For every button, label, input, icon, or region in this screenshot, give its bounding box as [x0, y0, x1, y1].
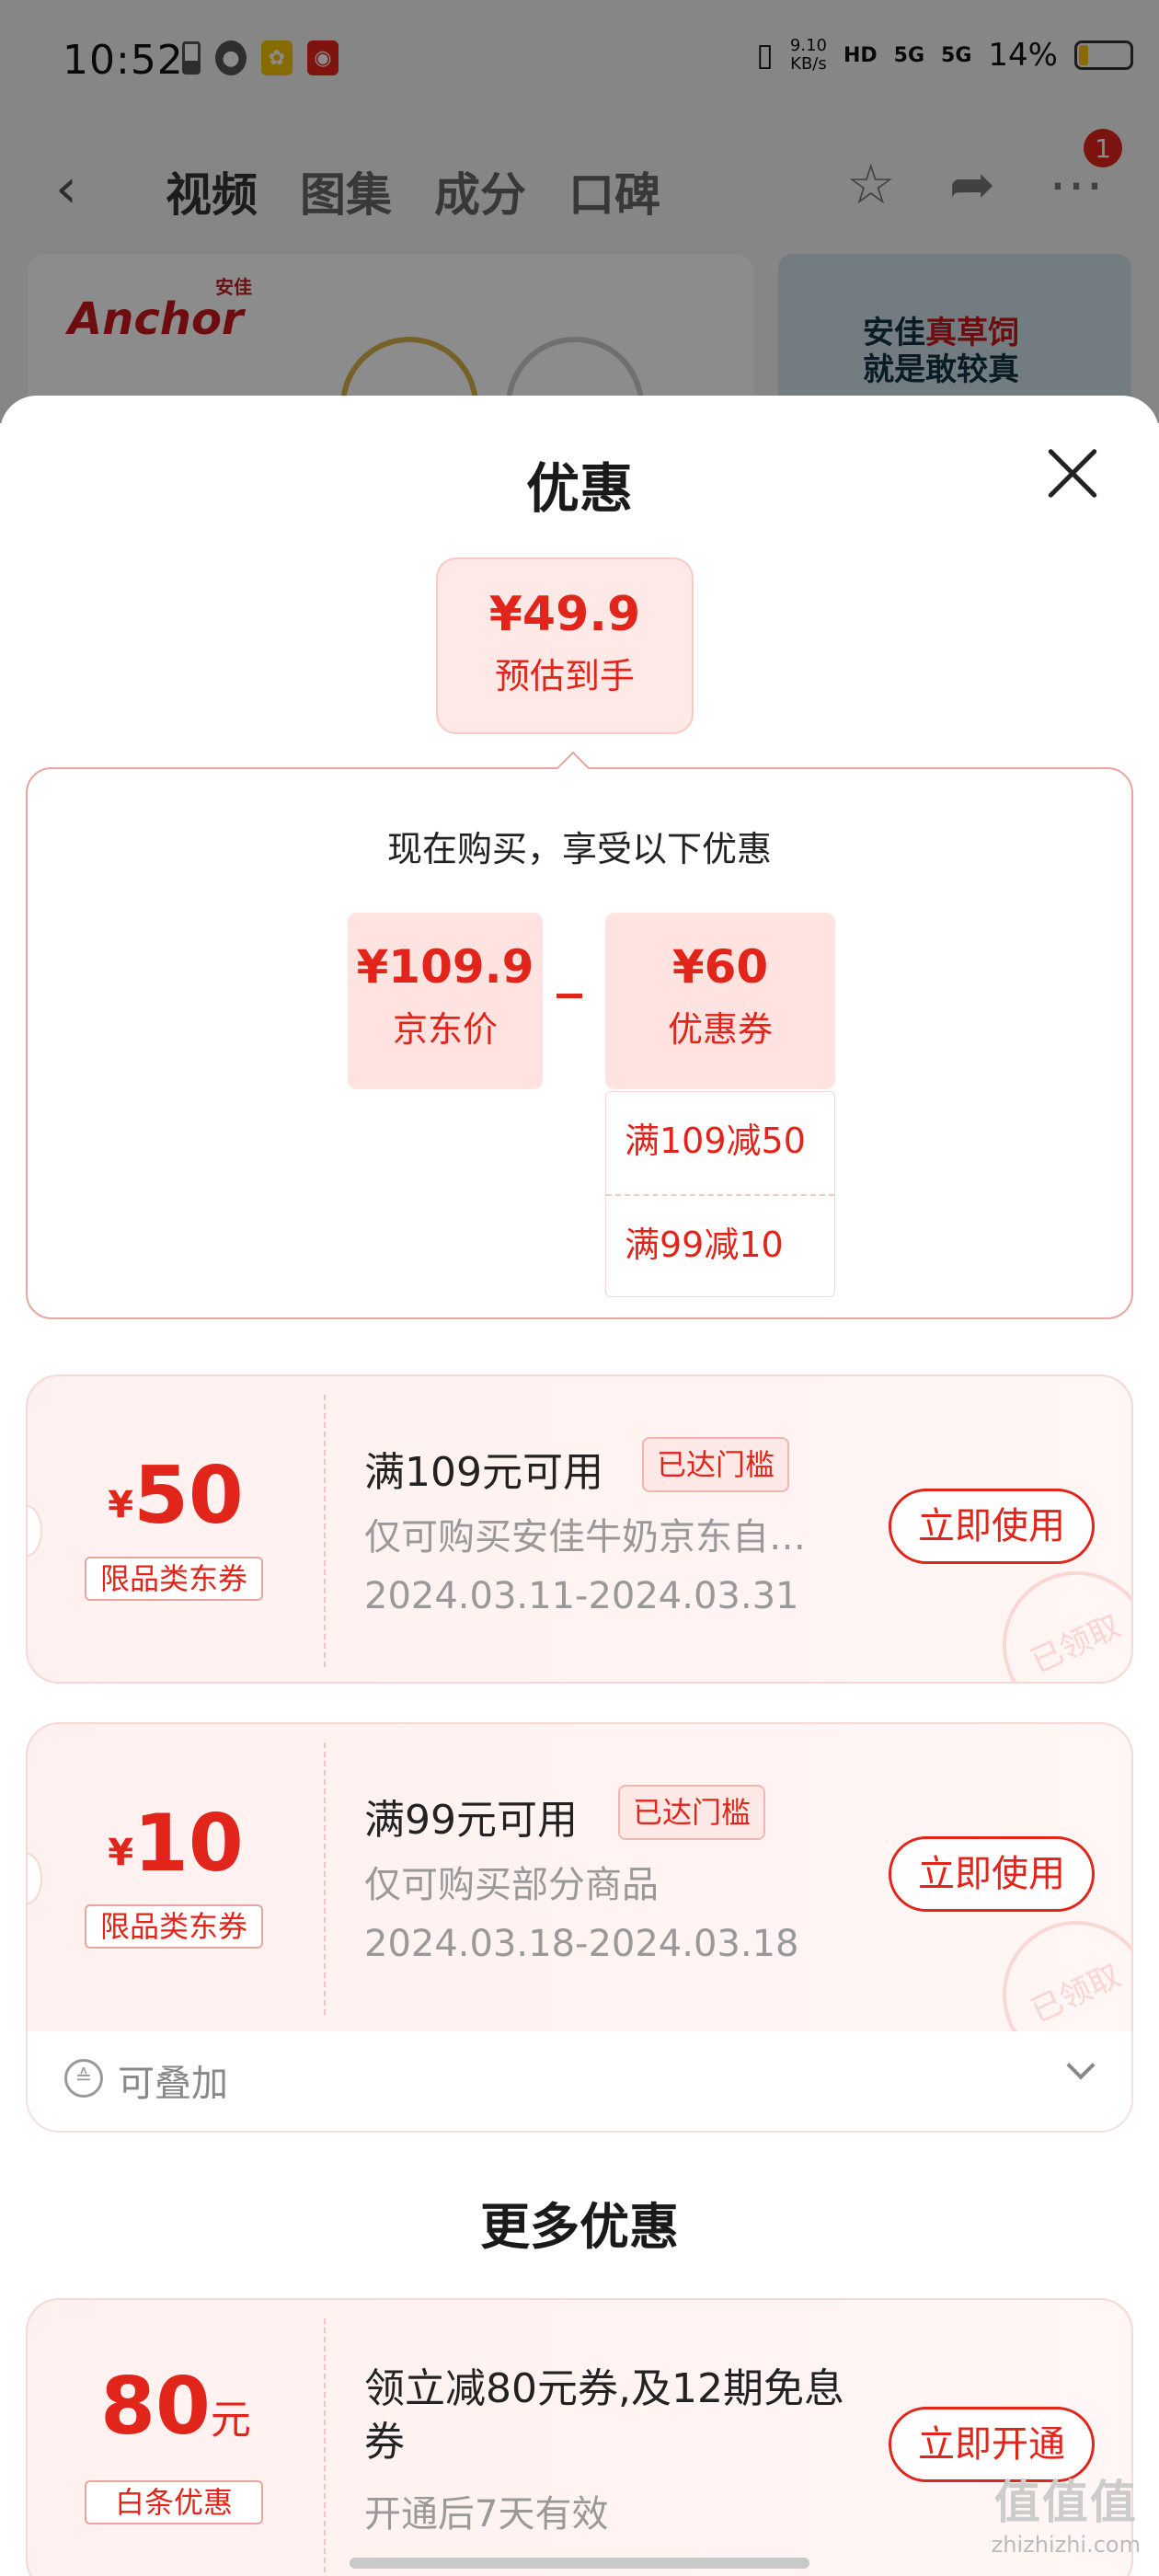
- coupon-type-tag: 限品类东券: [85, 1904, 263, 1949]
- currency-symbol: ¥: [108, 1484, 134, 1526]
- baitiao-card: 80元 白条优惠 领立减80元券,及12期免息券 开通后7天有效 立即开通: [26, 2298, 1133, 2576]
- estimated-price: ¥49.9: [488, 587, 641, 642]
- more-discounts-title: 更多优惠: [480, 2198, 679, 2256]
- watermark-logo: 值值值: [993, 2476, 1138, 2529]
- coupon-scope: 仅可购买部分商品: [364, 1864, 659, 1906]
- baitiao-validity: 开通后7天有效: [364, 2493, 609, 2536]
- close-icon[interactable]: [1045, 445, 1100, 500]
- coupon-value: 50: [133, 1450, 244, 1542]
- claimed-stamp: 已领取: [978, 1547, 1131, 1682]
- threshold-reached-badge: 已达门槛: [618, 1785, 766, 1840]
- estimated-price-box: ¥49.9 预估到手: [436, 558, 694, 734]
- chevron-down-icon[interactable]: [1066, 2051, 1096, 2080]
- discount-sheet: 优惠 ¥49.9 预估到手 现在购买，享受以下优惠 ¥109.9 京东价 ¥60…: [0, 396, 1159, 2576]
- currency-symbol: ¥: [108, 1832, 134, 1874]
- jd-price: ¥109.9: [356, 940, 534, 994]
- coupon-condition: 满99元可用: [364, 1797, 578, 1844]
- watermark-url: zhizhizhi.com: [991, 2532, 1141, 2558]
- baitiao-value: 80: [100, 2361, 211, 2453]
- breakdown-item: 满99减10: [606, 1194, 834, 1296]
- coupon-type-tag: 限品类东券: [85, 1557, 263, 1601]
- baitiao-title: 领立减80元券,及12期免息券: [364, 2365, 844, 2466]
- use-now-button[interactable]: 立即使用: [889, 1836, 1095, 1912]
- coupon-card: ¥10 限品类东券 满99元可用 已达门槛 仅可购买部分商品 2024.03.1…: [26, 1722, 1133, 2031]
- estimated-price-label: 预估到手: [494, 656, 635, 696]
- coupon-total-tile: ¥60 优惠券: [605, 913, 835, 1089]
- product-page-background: 10:52 ● ✿ ◉ ▯ 9.10 KB/s HD 5G 5G 14% ‹ 视…: [0, 0, 1159, 423]
- modal-overlay[interactable]: [0, 0, 1159, 423]
- coupon-card: ¥50 限品类东券 满109元可用 已达门槛 仅可购买安佳牛奶京东自… 2024…: [26, 1374, 1133, 1684]
- stack-icon: ≙: [64, 2059, 103, 2098]
- claimed-stamp: 已领取: [978, 1896, 1131, 2031]
- coupon-total-label: 优惠券: [667, 1009, 773, 1050]
- sheet-title: 优惠: [525, 457, 633, 520]
- stackable-bar[interactable]: ≙ 可叠加: [26, 2031, 1133, 2133]
- coupon-validity: 2024.03.11-2024.03.31: [364, 1575, 799, 1617]
- coupon-condition: 满109元可用: [364, 1449, 603, 1496]
- site-watermark: 值值值 zhizhizhi.com: [992, 2466, 1141, 2558]
- minus-sign: [557, 994, 582, 998]
- coupon-validity: 2024.03.18-2024.03.18: [364, 1923, 799, 1965]
- baitiao-tag: 白条优惠: [85, 2480, 263, 2524]
- coupon-scope: 仅可购买安佳牛奶京东自…: [364, 1516, 806, 1558]
- coupon-divider: [324, 1395, 326, 1667]
- breakdown-item: 满109减50: [625, 1121, 806, 1161]
- use-now-button[interactable]: 立即使用: [889, 1489, 1095, 1564]
- baitiao-unit: 元: [210, 2397, 251, 2444]
- coupon-divider: [324, 1742, 326, 2015]
- coupon-amount: ¥50: [28, 1450, 324, 1542]
- calc-heading: 现在购买，享受以下优惠: [386, 829, 772, 869]
- coupon-total: ¥60: [671, 940, 769, 994]
- threshold-reached-badge: 已达门槛: [642, 1437, 790, 1492]
- jd-price-tile: ¥109.9 京东价: [348, 913, 543, 1089]
- coupon-breakdown: 满109减50 满99减10: [605, 1091, 835, 1297]
- jd-price-label: 京东价: [392, 1009, 498, 1050]
- baitiao-amount: 80元: [28, 2361, 324, 2453]
- coupon-value: 10: [133, 1798, 244, 1890]
- coupon-amount: ¥10: [28, 1798, 324, 1890]
- price-calculation-card: 现在购买，享受以下优惠 ¥109.9 京东价 ¥60 优惠券 满109减50 满…: [26, 751, 1133, 1319]
- home-indicator[interactable]: [350, 2558, 809, 2569]
- stackable-label: 可叠加: [118, 2063, 228, 2105]
- pointer-notch: [556, 751, 591, 786]
- coupon-divider: [324, 2318, 326, 2576]
